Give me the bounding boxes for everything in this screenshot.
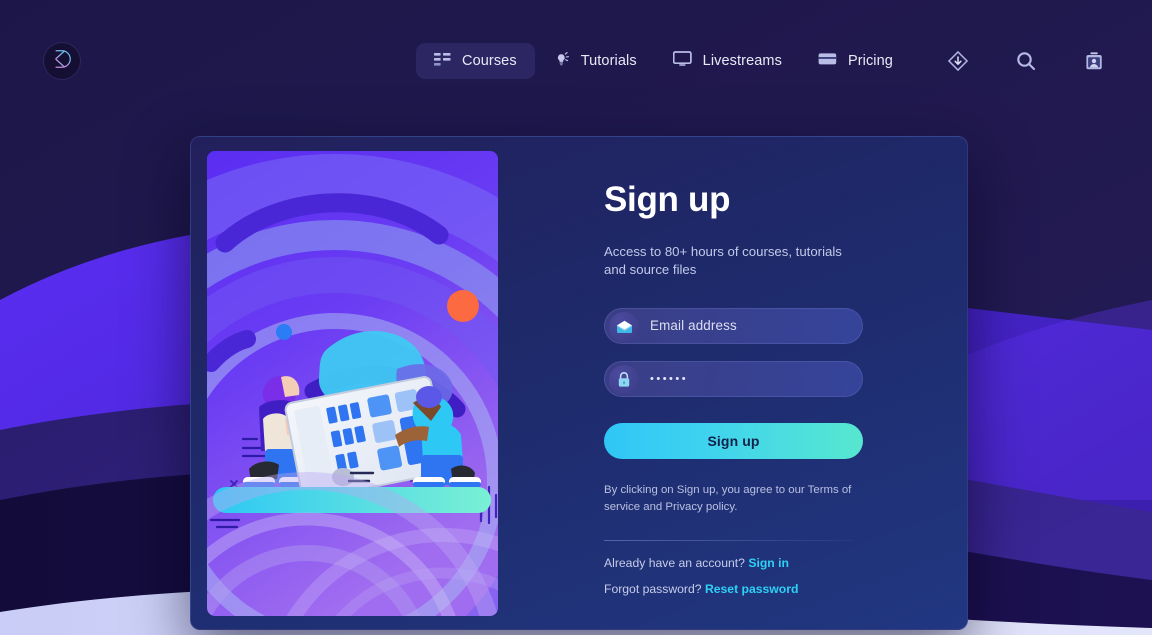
already-have-account-row: Already have an account? Sign in (604, 556, 944, 570)
reset-password-link[interactable]: Reset password (705, 582, 798, 596)
form-fields: Email address •••••• (604, 307, 944, 397)
signup-subtitle: Access to 80+ hours of courses, tutorial… (604, 243, 842, 278)
page-title: Sign up (604, 180, 731, 219)
brand-logo[interactable] (44, 43, 80, 79)
nav-item-tutorials[interactable]: Tutorials (535, 43, 655, 79)
nav-item-livestreams[interactable]: Livestreams (655, 43, 800, 79)
forgot-password-row: Forgot password? Reset password (604, 582, 944, 596)
nav-item-label: Courses (462, 52, 517, 69)
top-navigation-bar: Courses Tutorials Livestreams Pricing (0, 0, 1152, 122)
nav-actions (940, 43, 1112, 79)
email-placeholder: Email address (650, 318, 737, 334)
search-icon[interactable] (1008, 43, 1044, 79)
signup-form: Sign up Access to 80+ hours of courses, … (604, 137, 944, 629)
lock-icon (609, 364, 639, 395)
signup-page: Courses Tutorials Livestreams Pricing Si… (0, 0, 1152, 635)
forgot-password-label: Forgot password? (604, 582, 702, 597)
nav-item-label: Tutorials (580, 52, 637, 69)
k-logo-icon (51, 48, 73, 75)
signup-card: Sign up Access to 80+ hours of courses, … (190, 136, 968, 630)
nav-item-pricing[interactable]: Pricing (800, 43, 911, 79)
nav-item-label: Pricing (847, 52, 893, 69)
account-badge-icon[interactable] (1076, 43, 1112, 79)
signup-submit-button[interactable]: Sign up (604, 422, 863, 459)
password-field[interactable]: •••••• (604, 360, 863, 397)
password-value: •••••• (650, 372, 689, 385)
card-icon (818, 52, 837, 70)
envelope-icon (609, 311, 639, 342)
nav-links: Courses Tutorials Livestreams Pricing (416, 43, 911, 79)
download-icon[interactable] (940, 43, 976, 79)
lightbulb-icon (553, 51, 570, 72)
monitor-icon (672, 51, 692, 71)
divider (604, 540, 852, 542)
terms-text: By clicking on Sign up, you agree to our… (604, 483, 852, 514)
already-have-account-label: Already have an account? (604, 556, 745, 571)
email-field[interactable]: Email address (604, 307, 863, 344)
sign-in-link[interactable]: Sign in (748, 556, 789, 570)
nav-item-label: Livestreams (702, 52, 782, 69)
list-grid-icon (434, 52, 451, 71)
signup-illustration (207, 151, 498, 616)
nav-item-courses[interactable]: Courses (416, 43, 535, 79)
